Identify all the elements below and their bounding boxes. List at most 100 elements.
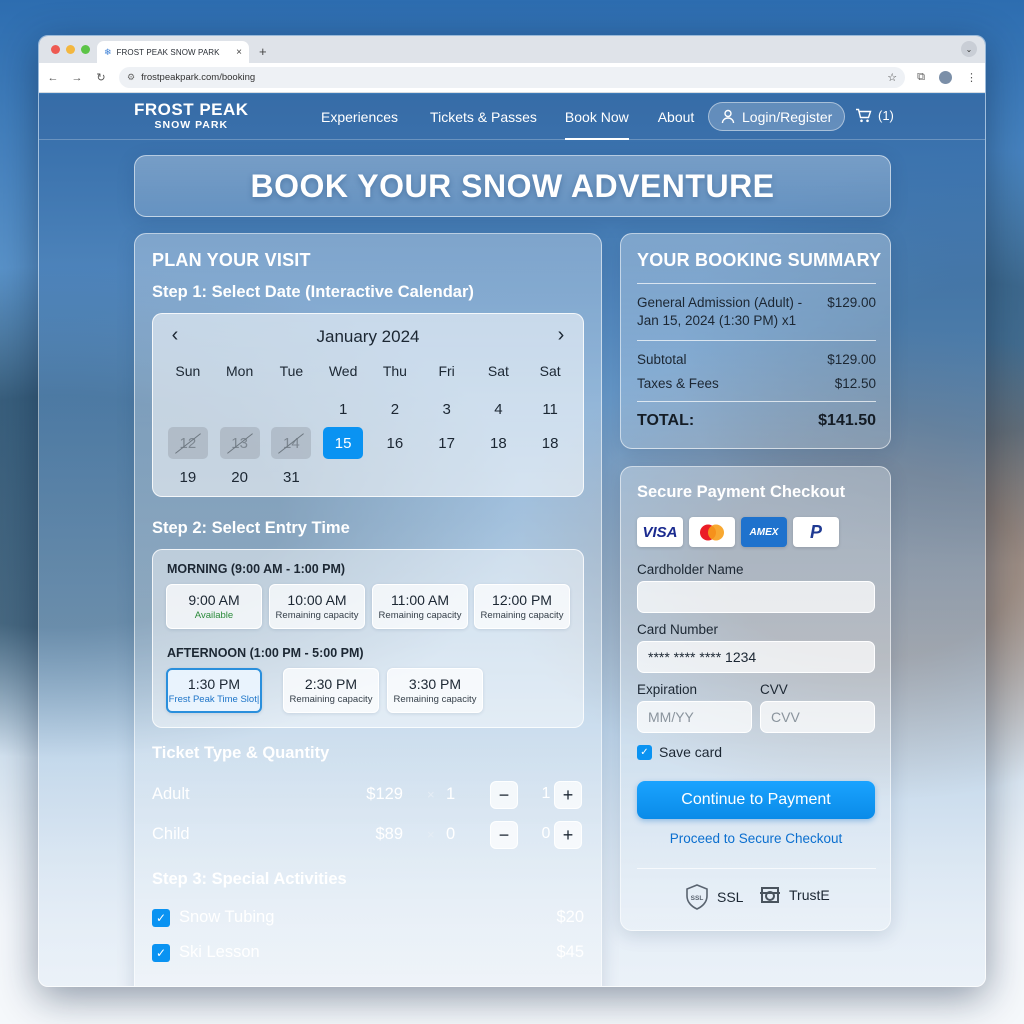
continue-to-payment-button[interactable]: Continue to Payment (637, 781, 875, 819)
ssl-shield-icon: SSL (686, 884, 708, 910)
nav-experiences[interactable]: Experiences (321, 94, 398, 140)
ticket-qty-text: 1 (446, 785, 456, 803)
close-window-button[interactable] (51, 45, 60, 54)
activity-checkbox[interactable]: ✓ (152, 944, 170, 962)
tickets-title: Ticket Type & Quantity (152, 744, 330, 762)
calendar-day[interactable]: 16 (369, 426, 421, 460)
brand-subtitle: SNOW PARK (154, 119, 229, 131)
ssl-badge: SSL SSL (683, 883, 743, 911)
login-register-button[interactable]: Login/Register (708, 102, 846, 131)
payment-title: Secure Payment Checkout (637, 483, 846, 501)
time-slot[interactable]: 2:30 PM Remaining capacity (283, 668, 379, 713)
time-slot-time: 3:30 PM (408, 676, 462, 692)
expiration-field[interactable]: MM/YY (637, 701, 752, 733)
site-logo[interactable]: FROST PEAK SNOW PARK (134, 101, 249, 131)
activity-row[interactable]: ✓ Snow Tubing $20 (152, 906, 584, 932)
calendar-day-label: 17 (438, 434, 455, 452)
tab-menu-chevron-icon[interactable]: ⌄ (961, 41, 977, 57)
url-text[interactable]: frostpeakpark.com/booking (141, 72, 881, 83)
entry-time-box: MORNING (9:00 AM - 1:00 PM) 9:00 AM Avail… (152, 549, 584, 728)
total-row: TOTAL: $141.50 (637, 412, 876, 432)
profile-avatar[interactable] (939, 71, 952, 84)
cart-button[interactable]: (1) (855, 108, 894, 123)
calendar-day[interactable]: 20 (214, 460, 266, 494)
cart-count: (1) (878, 108, 894, 123)
quantity-stepper-value: 0 (541, 825, 551, 842)
calendar-empty-cell (421, 460, 473, 494)
calendar-day-disabled: 14 (266, 426, 318, 460)
paypal-icon: P (793, 517, 839, 547)
taxes-value: $12.50 (834, 376, 876, 391)
calendar-day[interactable]: 31 (266, 460, 318, 494)
close-tab-icon[interactable]: × (236, 47, 242, 58)
calendar-day[interactable]: 4 (473, 392, 525, 426)
decrease-qty-button[interactable]: − (490, 781, 518, 809)
increase-qty-button[interactable]: + (554, 781, 582, 809)
new-tab-button[interactable]: + (259, 44, 267, 59)
time-slot[interactable]: 12:00 PM Remaining capacity (474, 584, 570, 629)
truste-label: TrustE (789, 887, 830, 903)
cardholder-field[interactable] (637, 581, 875, 613)
extensions-icon[interactable]: ⧉ (917, 71, 925, 84)
forward-icon[interactable]: → (71, 72, 83, 84)
time-slot-status: Remaining capacity (393, 694, 477, 705)
secure-checkout-link[interactable]: Proceed to Secure Checkout (637, 831, 875, 846)
maximize-window-button[interactable] (81, 45, 90, 54)
time-slot[interactable]: 10:00 AM Remaining capacity (269, 584, 365, 629)
calendar-next-icon[interactable]: › (551, 324, 571, 346)
subtotal-row: Subtotal $129.00 (637, 351, 876, 369)
calendar-day-label: 1 (338, 400, 348, 418)
calendar-day[interactable]: 1 (317, 392, 369, 426)
increase-qty-button[interactable]: + (554, 821, 582, 849)
summary-item-line2: Jan 15, 2024 (1:30 PM) x1 (637, 313, 797, 328)
card-number-field[interactable]: **** **** **** 1234 (637, 641, 875, 673)
ticket-row-child: Child $89 × 0−0 + (152, 820, 584, 850)
mastercard-icon (689, 517, 735, 547)
calendar-day[interactable]: 18 (524, 426, 576, 460)
activity-checkbox[interactable]: ✓ (152, 909, 170, 927)
decrease-qty-button[interactable]: − (490, 821, 518, 849)
user-icon (721, 109, 735, 124)
minimize-window-button[interactable] (66, 45, 75, 54)
calendar-day[interactable]: 11 (524, 392, 576, 426)
site-info-icon[interactable]: ⚙ (127, 72, 135, 83)
login-label: Login/Register (742, 108, 833, 125)
nav-about[interactable]: About (658, 94, 695, 140)
address-bar[interactable]: ⚙ frostpeakpark.com/booking ☆ (119, 67, 906, 88)
save-card-row[interactable]: ✓ Save card (637, 744, 722, 760)
save-card-checkbox[interactable]: ✓ (637, 744, 652, 760)
calendar-day[interactable]: 17 (421, 426, 473, 460)
calendar-day-selected[interactable]: 15 (317, 426, 369, 460)
page-title: BOOK YOUR SNOW ADVENTURE (250, 167, 775, 204)
calendar-day[interactable]: 2 (369, 392, 421, 426)
calendar-day-label: 31 (283, 468, 300, 486)
reload-icon[interactable]: ↻ (95, 71, 107, 84)
summary-title: YOUR BOOKING SUMMARY (637, 250, 882, 270)
day-of-week-label: Wed (328, 363, 358, 379)
time-slot-time: 12:00 PM (492, 592, 552, 608)
cvv-field[interactable]: CVV (760, 701, 875, 733)
day-of-week-label: Tue (279, 363, 304, 379)
ticket-qty-text: 0 (446, 825, 456, 843)
time-slot-selected[interactable]: 1:30 PM Frest Peak Time Slot| (166, 668, 262, 713)
calendar-day[interactable]: 18 (473, 426, 525, 460)
time-slot[interactable]: 11:00 AM Remaining capacity (372, 584, 468, 629)
time-slot[interactable]: 3:30 PM Remaining capacity (387, 668, 483, 713)
nav-tickets-passes[interactable]: Tickets & Passes (430, 94, 537, 140)
calendar-day[interactable]: 19 (162, 460, 214, 494)
window-controls (51, 45, 90, 54)
calendar-day-label: 3 (442, 400, 451, 418)
time-slot[interactable]: 9:00 AM Available (166, 584, 262, 629)
amex-icon: AMEX (741, 517, 787, 547)
bookmark-star-icon[interactable]: ☆ (887, 71, 897, 84)
calendar-empty-cell (266, 392, 318, 426)
activity-row[interactable]: ✓ Ski Lesson $45 (152, 941, 584, 967)
ticket-price: $89 (375, 825, 403, 843)
back-icon[interactable]: ← (47, 72, 59, 84)
browser-menu-icon[interactable]: ⋮ (966, 71, 977, 84)
browser-tab[interactable]: ❄ FROST PEAK SNOW PARK × (97, 41, 249, 63)
time-slot-status: Available (194, 610, 234, 621)
divider (637, 868, 876, 869)
nav-book-now[interactable]: Book Now (564, 94, 629, 140)
calendar-day[interactable]: 3 (421, 392, 473, 426)
